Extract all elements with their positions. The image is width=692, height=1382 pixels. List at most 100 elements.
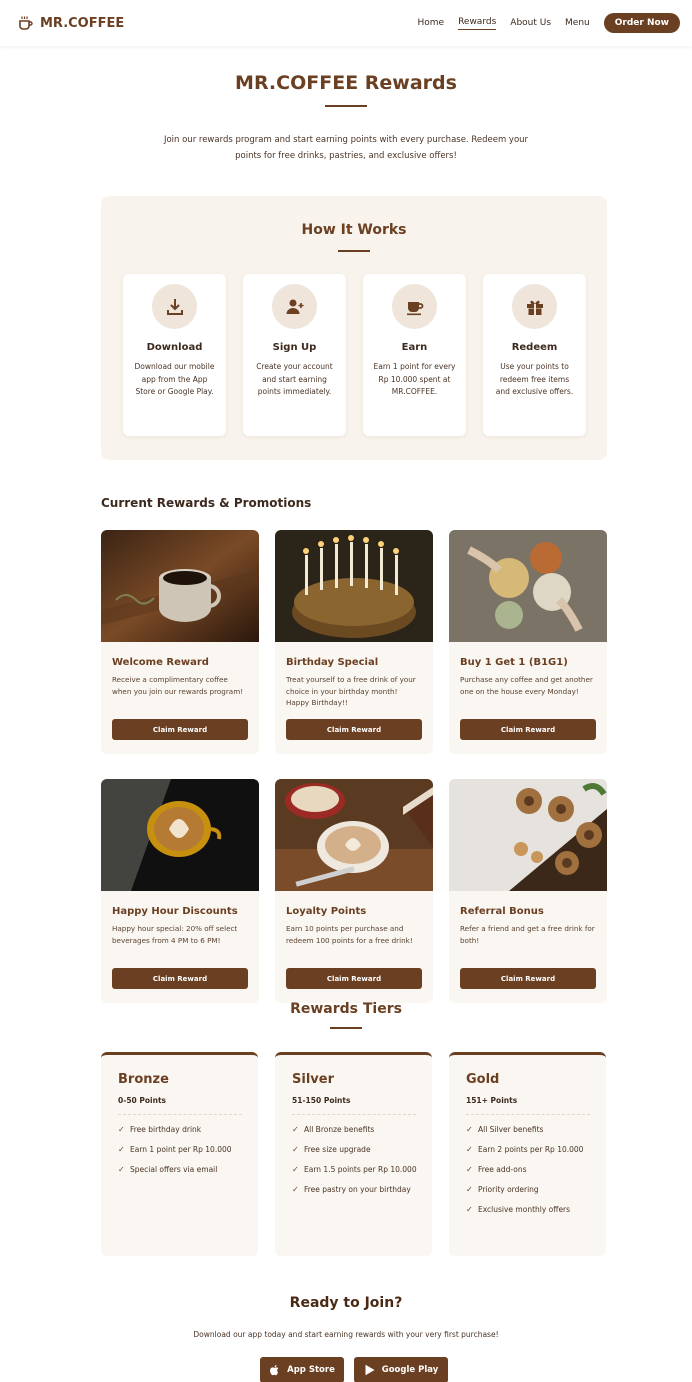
card-desc: Treat yourself to a free drink of your c… bbox=[286, 675, 416, 707]
nav-about-us[interactable]: About Us bbox=[510, 18, 551, 28]
check-icon: ✓ bbox=[292, 1165, 299, 1174]
coffee-cup-icon bbox=[19, 16, 33, 30]
check-icon: ✓ bbox=[118, 1145, 125, 1154]
tier-benefit: ✓ Free pastry on your birthday bbox=[292, 1185, 411, 1194]
join-text: Download our app today and start earning… bbox=[193, 1330, 499, 1339]
latte-art-image bbox=[101, 779, 259, 891]
tier-benefit: ✓ Priority ordering bbox=[466, 1185, 539, 1194]
play-icon bbox=[365, 1364, 375, 1376]
gift-icon bbox=[526, 300, 543, 315]
logo-text: MR.COFFEE bbox=[40, 15, 125, 31]
card-title: Welcome Reward bbox=[112, 657, 209, 668]
tier-name: Silver bbox=[292, 1072, 334, 1087]
step-desc: Create your account and start earning po… bbox=[256, 362, 333, 396]
step-sign-up: Sign Up Create your account and start ea… bbox=[243, 274, 346, 436]
tier-benefit: ✓ Free add-ons bbox=[466, 1165, 527, 1174]
check-icon: ✓ bbox=[118, 1125, 125, 1134]
main-nav: Home Rewards About Us Menu Order Now bbox=[417, 13, 680, 33]
google-play-label: Google Play bbox=[381, 1365, 439, 1375]
google-play-button[interactable]: Google Play bbox=[354, 1357, 448, 1382]
step-redeem: Redeem Use your points to redeem free it… bbox=[483, 274, 586, 436]
tier-gold: Gold 151+ Points ✓ All Silver benefits ✓ E… bbox=[449, 1052, 606, 1256]
tier-benefit: ✓ Free birthday drink bbox=[118, 1125, 202, 1134]
check-icon: ✓ bbox=[118, 1165, 125, 1174]
tier-points: 0-50 Points bbox=[118, 1096, 166, 1105]
tier-benefit: ✓ Earn 2 points per Rp 10.000 bbox=[466, 1145, 584, 1154]
reward-card-referral: Referral Bonus Refer a friend and get a … bbox=[449, 779, 607, 1003]
tier-divider bbox=[292, 1114, 416, 1115]
app-store-button[interactable]: App Store bbox=[260, 1357, 344, 1382]
step-desc: Download our mobile app from the App Sto… bbox=[134, 362, 215, 396]
promotions-title: Current Rewards & Promotions bbox=[101, 496, 312, 510]
check-icon: ✓ bbox=[292, 1125, 299, 1134]
step-title: Download bbox=[146, 342, 203, 353]
claim-reward-button[interactable]: Claim Reward bbox=[112, 719, 248, 740]
step-desc: Earn 1 point for every Rp 10.000 spent a… bbox=[373, 362, 456, 396]
card-title: Birthday Special bbox=[286, 657, 379, 668]
check-icon: ✓ bbox=[292, 1145, 299, 1154]
claim-reward-button[interactable]: Claim Reward bbox=[286, 719, 422, 740]
step-title: Redeem bbox=[511, 342, 558, 353]
tier-name: Bronze bbox=[118, 1072, 169, 1087]
step-desc: Use your points to redeem free items and… bbox=[495, 362, 574, 396]
join-title: Ready to Join? bbox=[289, 1295, 403, 1311]
download-icon bbox=[166, 298, 183, 315]
reward-card-loyalty: Loyalty Points Earn 10 points per purcha… bbox=[275, 779, 433, 1003]
user-plus-icon bbox=[286, 299, 303, 314]
step-title: Earn bbox=[401, 342, 428, 353]
tier-benefit: ✓ Exclusive monthly offers bbox=[466, 1205, 571, 1214]
tier-bronze: Bronze 0-50 Points ✓ Free birthday drink … bbox=[101, 1052, 258, 1256]
tier-divider bbox=[466, 1114, 590, 1115]
tier-silver: Silver 51-150 Points ✓ All Bronze benefit… bbox=[275, 1052, 432, 1256]
card-desc: Refer a friend and get a free drink for … bbox=[460, 924, 595, 945]
tier-benefit: ✓ Special offers via email bbox=[118, 1165, 218, 1174]
tier-points: 151+ Points bbox=[466, 1096, 518, 1105]
nav-rewards[interactable]: Rewards bbox=[458, 17, 497, 30]
claim-reward-button[interactable]: Claim Reward bbox=[460, 968, 596, 989]
check-icon: ✓ bbox=[466, 1165, 473, 1174]
card-desc: Earn 10 points per purchase and redeem 1… bbox=[286, 924, 413, 945]
coffee-mug-image bbox=[101, 530, 259, 642]
drinks-cheers-image bbox=[449, 530, 607, 642]
site-header: MR.COFFEE Home Rewards About Us Menu Ord… bbox=[0, 0, 692, 46]
card-title: Referral Bonus bbox=[460, 906, 544, 917]
check-icon: ✓ bbox=[466, 1125, 473, 1134]
reward-card-happy-hour: Happy Hour Discounts Happy hour special:… bbox=[101, 779, 259, 1003]
apple-icon bbox=[270, 1365, 279, 1376]
logo[interactable]: MR.COFFEE bbox=[18, 15, 124, 31]
tiers-title: Rewards Tiers bbox=[290, 1001, 402, 1017]
tier-points: 51-150 Points bbox=[292, 1096, 351, 1105]
tier-benefit: ✓ Earn 1.5 points per Rp 10.000 bbox=[292, 1165, 417, 1174]
card-desc: Purchase any coffee and get another one … bbox=[460, 675, 593, 696]
reward-card-birthday: Birthday Special Treat yourself to a fre… bbox=[275, 530, 433, 754]
step-download: Download Download our mobile app from th… bbox=[123, 274, 226, 436]
how-underline bbox=[338, 250, 370, 252]
tier-benefit: ✓ All Silver benefits bbox=[466, 1125, 544, 1134]
app-store-label: App Store bbox=[287, 1365, 335, 1375]
tier-benefit: ✓ Free size upgrade bbox=[292, 1145, 371, 1154]
check-icon: ✓ bbox=[466, 1205, 473, 1214]
birthday-cake-image bbox=[275, 530, 433, 642]
check-icon: ✓ bbox=[466, 1145, 473, 1154]
card-desc: Happy hour special: 20% off select bever… bbox=[112, 924, 238, 945]
how-it-works-section: How It Works Download Download our mobil… bbox=[101, 196, 607, 460]
coffee-cup-icon bbox=[406, 301, 423, 315]
step-earn: Earn Earn 1 point for every Rp 10.000 sp… bbox=[363, 274, 466, 436]
card-title: Loyalty Points bbox=[286, 906, 367, 917]
how-it-works-title: How It Works bbox=[301, 222, 407, 238]
tiers-underline bbox=[330, 1027, 362, 1029]
tier-divider bbox=[118, 1114, 242, 1115]
claim-reward-button[interactable]: Claim Reward bbox=[112, 968, 248, 989]
claim-reward-button[interactable]: Claim Reward bbox=[460, 719, 596, 740]
nav-menu[interactable]: Menu bbox=[565, 18, 590, 28]
pastries-image bbox=[449, 779, 607, 891]
order-now-button[interactable]: Order Now bbox=[603, 13, 680, 33]
card-title: Happy Hour Discounts bbox=[112, 906, 238, 917]
reward-card-welcome: Welcome Reward Receive a complimentary c… bbox=[101, 530, 259, 754]
intro-text: Join our rewards program and start earni… bbox=[163, 135, 529, 161]
card-title: Buy 1 Get 1 (B1G1) bbox=[460, 657, 568, 668]
tier-benefit: ✓ All Bronze benefits bbox=[292, 1125, 375, 1134]
claim-reward-button[interactable]: Claim Reward bbox=[286, 968, 422, 989]
title-underline bbox=[325, 105, 367, 107]
nav-home[interactable]: Home bbox=[417, 18, 444, 28]
